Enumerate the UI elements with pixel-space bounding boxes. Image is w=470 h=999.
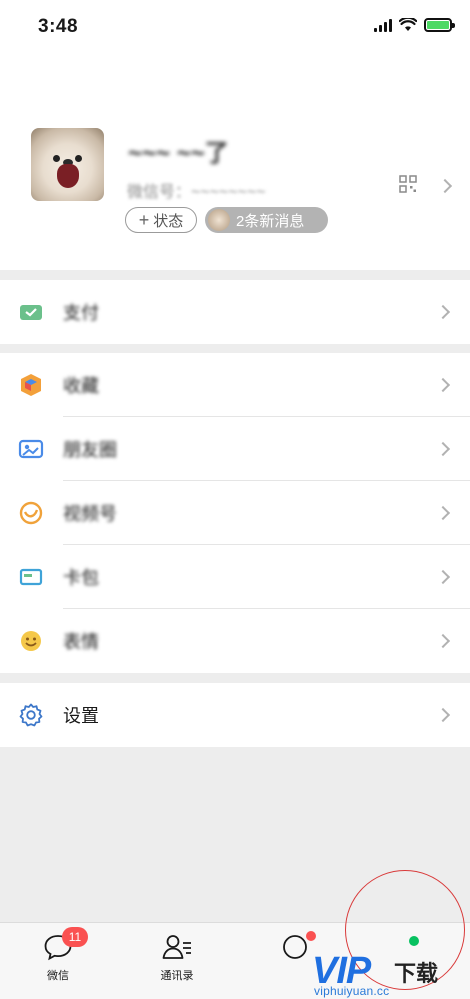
card-wallet-icon (19, 568, 43, 586)
menu-item-pay[interactable]: 支付 (0, 280, 470, 344)
chevron-right-icon (435, 505, 451, 521)
pay-group: 支付 (0, 280, 470, 344)
chevron-right-icon (435, 377, 451, 393)
moments-icon (18, 439, 44, 459)
menu-label-settings: 设置 (63, 706, 99, 726)
contacts-icon (162, 935, 191, 959)
watermark-suffix: 下载 (394, 961, 439, 986)
new-messages-pill[interactable]: 2条新消息 (205, 207, 328, 233)
menu-item-moments[interactable]: 朋友圈 (0, 417, 470, 481)
status-time: 3:48 (38, 16, 79, 37)
menu-item-channels[interactable]: 视频号 (0, 481, 470, 545)
chevron-right-icon (435, 569, 451, 585)
status-button-label: 状态 (153, 212, 184, 230)
friend-avatar-icon (208, 209, 230, 231)
menu-label-stickers: 表情 (63, 632, 99, 652)
chevron-right-icon[interactable] (437, 178, 453, 194)
status-bar: 3:48 (0, 0, 470, 56)
nickname: ~~~ ~~了 (128, 140, 229, 167)
chevron-right-icon (435, 441, 451, 457)
menu-item-favorites[interactable]: 收藏 (0, 353, 470, 417)
avatar[interactable] (31, 128, 104, 201)
plus-icon: + (138, 210, 150, 230)
tab-contacts-label: 通讯录 (160, 970, 194, 982)
discover-red-dot (306, 931, 316, 941)
menu-item-cards[interactable]: 卡包 (0, 545, 470, 609)
chevron-right-icon (435, 304, 451, 320)
menu-label-favorites: 收藏 (63, 376, 99, 396)
wechat-id: 微信号：~~~~~~~~ (127, 184, 266, 201)
tab-contacts[interactable]: 通讯录 (137, 933, 217, 983)
menu-item-stickers[interactable]: 表情 (0, 609, 470, 673)
profile-card[interactable]: ~~~ ~~了 微信号：~~~~~~~~ + 状态 2条新消息 (0, 56, 470, 270)
favorites-icon (21, 374, 41, 396)
watermark-logo: VIP 下载 viphuiyuan.cc (310, 948, 470, 999)
settings-group: 设置 (0, 683, 470, 747)
tab-chats[interactable]: 11 微信 (18, 927, 98, 983)
add-status-button[interactable]: + 状态 (125, 207, 197, 233)
new-messages-label: 2条新消息 (236, 212, 305, 230)
menu-item-settings[interactable]: 设置 (0, 683, 470, 747)
status-icons (374, 18, 455, 32)
menu-label-cards: 卡包 (63, 568, 99, 588)
channels-icon (19, 501, 43, 525)
wifi-icon (399, 18, 417, 31)
sticker-face-icon (21, 631, 41, 651)
menu-label-moments: 朋友圈 (63, 440, 117, 460)
watermark-url: viphuiyuan.cc (314, 984, 390, 998)
chevron-right-icon (435, 707, 451, 723)
menu-label-channels: 视频号 (63, 504, 117, 524)
signal-icon (374, 18, 392, 32)
qr-code-icon[interactable] (399, 175, 417, 193)
pay-icon (20, 305, 42, 320)
unread-badge: 11 (62, 927, 88, 947)
chevron-right-icon (435, 633, 451, 649)
menu-label-pay: 支付 (63, 303, 99, 323)
battery-icon (424, 18, 455, 32)
tab-chats-label: 微信 (47, 970, 69, 982)
gear-icon (19, 703, 43, 727)
features-group: 收藏 朋友圈 视频号 卡包 表情 (0, 353, 470, 673)
